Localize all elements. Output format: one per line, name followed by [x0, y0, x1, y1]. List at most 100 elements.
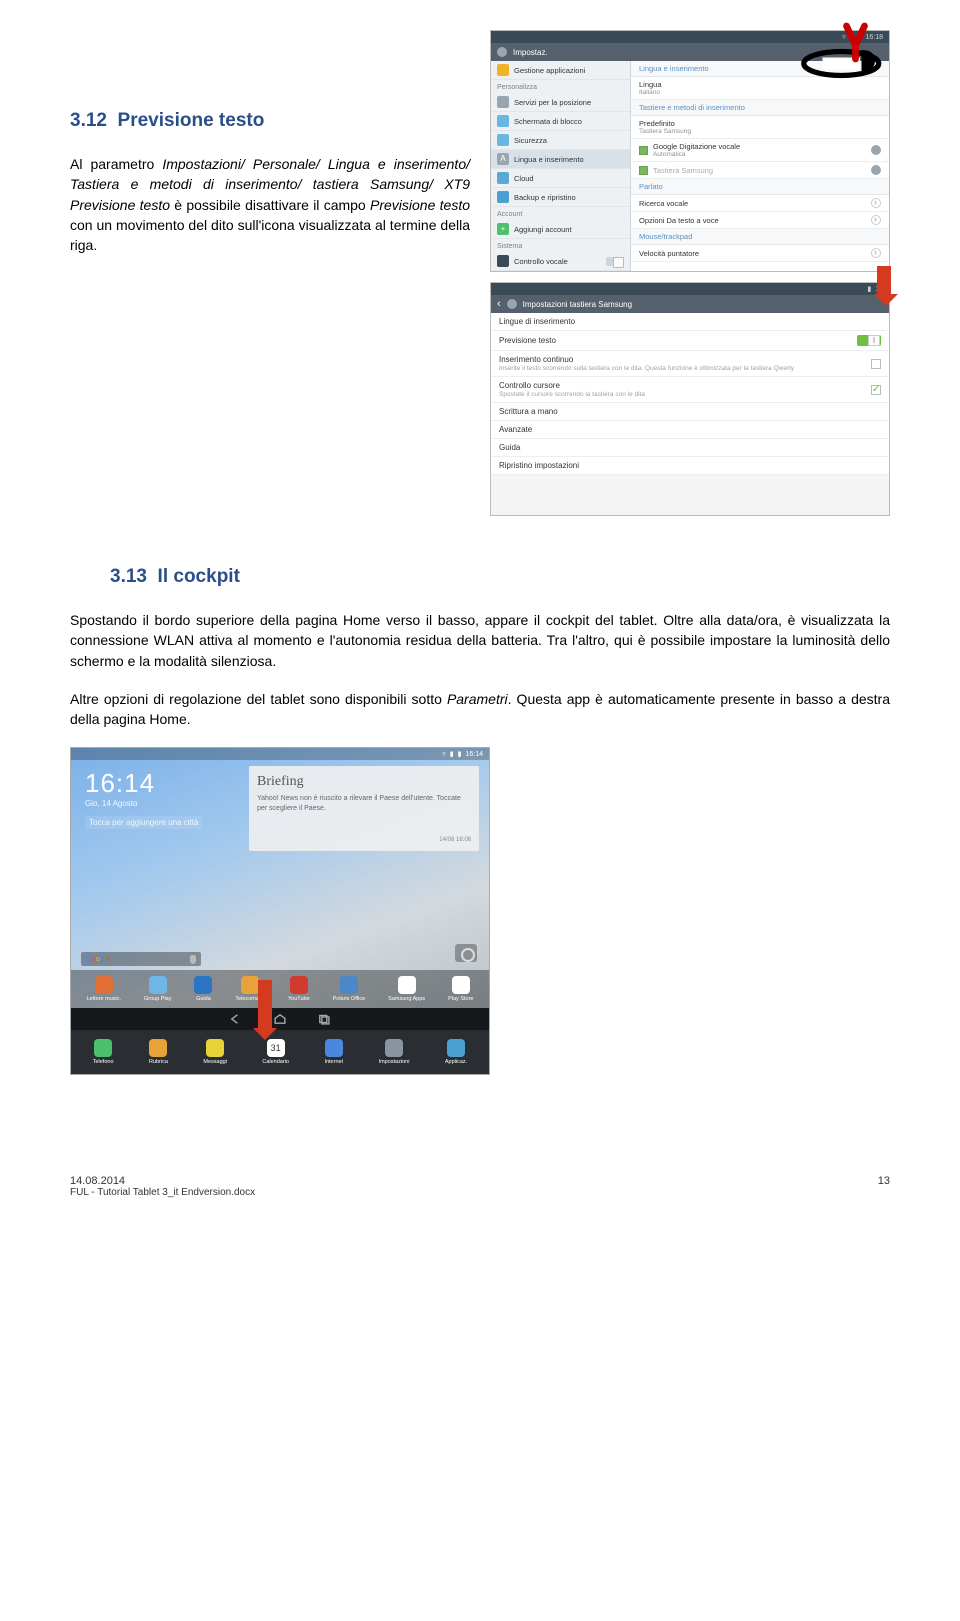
app-dock-top: Lettore music. Group Play Guida Telecoma…	[71, 970, 489, 1008]
toggle[interactable]	[606, 257, 624, 266]
settings-row[interactable]: Guida	[491, 439, 889, 457]
settings-content: Lingua e inserimento LinguaItaliano Tast…	[631, 61, 889, 271]
category-header: Tastiere e metodi di inserimento	[631, 100, 889, 116]
chevron-icon	[871, 248, 881, 258]
apps-icon	[447, 1039, 465, 1057]
google-search-bar[interactable]: Google	[81, 952, 201, 966]
gear-icon[interactable]	[871, 165, 881, 175]
signal-icon: ▮	[867, 285, 871, 293]
music-icon	[95, 976, 113, 994]
status-bar: ▮ 16	[491, 283, 889, 295]
settings-row[interactable]: Ripristino impostazioni	[491, 457, 889, 475]
security-icon	[497, 134, 509, 146]
settings-row[interactable]: Tastiera Samsung	[631, 162, 889, 179]
footer-page-number: 13	[878, 1175, 890, 1198]
settings-row[interactable]: Velocità puntatore	[631, 245, 889, 262]
groupplay-icon	[149, 976, 167, 994]
settings-row[interactable]: Scrittura a mano	[491, 403, 889, 421]
settings-row[interactable]: Opzioni Da testo a voce	[631, 212, 889, 229]
screenshot-home: ▿ ▮ ▮ 16:14 16:14 Gio, 14 Agosto Tocca p…	[70, 747, 490, 1075]
back-button[interactable]	[229, 1013, 243, 1025]
app-icon[interactable]: Guida	[194, 976, 212, 1002]
footer-file: FUL - Tutorial Tablet 3_it Endversion	[70, 1187, 231, 1198]
clock-date: Gio, 14 Agosto	[85, 799, 202, 808]
calendar-icon: 31	[267, 1039, 285, 1057]
internet-icon	[325, 1039, 343, 1057]
briefing-widget[interactable]: Briefing Yahoo! News non è riuscito a ri…	[249, 766, 479, 850]
settings-row[interactable]: Inserimento continuoInserite il testo sc…	[491, 351, 889, 377]
clock-widget[interactable]: 16:14 Gio, 14 Agosto Tocca per aggiunger…	[85, 768, 202, 829]
checkbox-checked-icon[interactable]	[871, 385, 881, 395]
guide-icon	[194, 976, 212, 994]
app-icon[interactable]: Rubrica	[149, 1039, 168, 1065]
settings-row[interactable]: PredefinitoTastiera Samsung	[631, 116, 889, 139]
sidebar-item[interactable]: Gestione applicazioni	[491, 61, 630, 80]
checkbox-icon[interactable]	[871, 359, 881, 369]
camera-icon[interactable]	[455, 944, 477, 962]
settings-row[interactable]: LinguaItaliano	[631, 77, 889, 100]
phone-icon	[94, 1039, 112, 1057]
google-logo: Google	[86, 956, 110, 963]
app-icon[interactable]: Polaris Office	[333, 976, 366, 1002]
app-icon[interactable]: YouTube	[288, 976, 310, 1002]
settings-row-previsione-testo[interactable]: Previsione testo	[491, 331, 889, 351]
chevron-icon	[871, 198, 881, 208]
app-icon[interactable]: Internet	[324, 1039, 343, 1065]
add-icon: +	[497, 223, 509, 235]
category-header: Mouse/trackpad	[631, 229, 889, 245]
back-icon[interactable]: ‹	[497, 298, 501, 310]
section-3-12-title: 3.12 Previsione testo	[70, 110, 470, 132]
app-icon[interactable]: Telefono	[93, 1039, 114, 1065]
gear-icon[interactable]	[871, 145, 881, 155]
clock-time: 16:14	[85, 768, 202, 799]
sidebar-group: Personalizza	[491, 80, 630, 93]
app-icon[interactable]: Samsung Apps	[388, 976, 425, 1002]
cloud-icon	[497, 172, 509, 184]
settings-row[interactable]: Ricerca vocale	[631, 195, 889, 212]
clock-city[interactable]: Tocca per aggiungere una città	[85, 816, 202, 829]
sidebar-item[interactable]: Controllo vocale	[491, 252, 630, 271]
app-icon[interactable]: Play Store	[448, 976, 473, 1002]
app-icon[interactable]: Messaggi	[203, 1039, 227, 1065]
backup-icon	[497, 191, 509, 203]
mic-icon[interactable]	[190, 955, 196, 964]
toggle-on[interactable]	[857, 335, 881, 346]
sidebar-item[interactable]: Schermata di blocco	[491, 112, 630, 131]
briefing-body: Yahoo! News non è riuscito a rilevare il…	[257, 794, 471, 812]
app-icon[interactable]: 31Calendario	[262, 1039, 289, 1065]
checkbox-icon[interactable]	[639, 166, 648, 175]
screenshot-keyboard-settings: ▮ 16 ‹ Impostazioni tastiera Samsung Lin…	[490, 282, 890, 516]
sidebar-item-language[interactable]: ALingua e inserimento	[491, 150, 630, 169]
app-icon[interactable]: Applicaz.	[445, 1039, 467, 1065]
briefing-footer: 14/08 16:08	[257, 837, 471, 843]
sidebar-item[interactable]: Servizi per la posizione	[491, 93, 630, 112]
app-icon[interactable]: Impostazioni	[379, 1039, 410, 1065]
gear-icon	[497, 47, 507, 57]
messages-icon	[206, 1039, 224, 1057]
signal-icon: ▮	[450, 750, 454, 758]
sidebar-item[interactable]: Cloud	[491, 169, 630, 188]
gear-icon	[507, 299, 517, 309]
youtube-icon	[290, 976, 308, 994]
sidebar-item[interactable]: +Aggiungi account	[491, 220, 630, 239]
settings-title: Impostaz.	[513, 48, 548, 57]
app-icon[interactable]: Group Play	[144, 976, 172, 1002]
checkbox-icon[interactable]	[639, 146, 648, 155]
recent-button[interactable]	[317, 1013, 331, 1025]
settings-row[interactable]: Google Digitazione vocaleAutomatica	[631, 139, 889, 162]
app-dock-bottom: Telefono Rubrica Messaggi 31Calendario I…	[71, 1030, 489, 1074]
section-3-13-para1: Spostan͏do il bordo superiore della pagi…	[70, 610, 890, 671]
settings-row[interactable]: Lingue di inserimento	[491, 313, 889, 331]
samsungapps-icon	[398, 976, 416, 994]
app-icon[interactable]: Lettore music.	[86, 976, 121, 1002]
contacts-icon	[149, 1039, 167, 1057]
language-icon: A	[497, 153, 509, 165]
battery-icon: ▮	[458, 750, 462, 758]
sidebar-item[interactable]: Backup e ripristino	[491, 188, 630, 207]
settings-row[interactable]: Avanzate	[491, 421, 889, 439]
settings-title-bar: ‹ Impostazioni tastiera Samsung	[491, 295, 889, 313]
settings-row[interactable]: Controllo cursoreSpostate il cursore sco…	[491, 377, 889, 403]
nav-bar	[71, 1008, 489, 1030]
lock-icon	[497, 115, 509, 127]
sidebar-item[interactable]: Sicurezza	[491, 131, 630, 150]
